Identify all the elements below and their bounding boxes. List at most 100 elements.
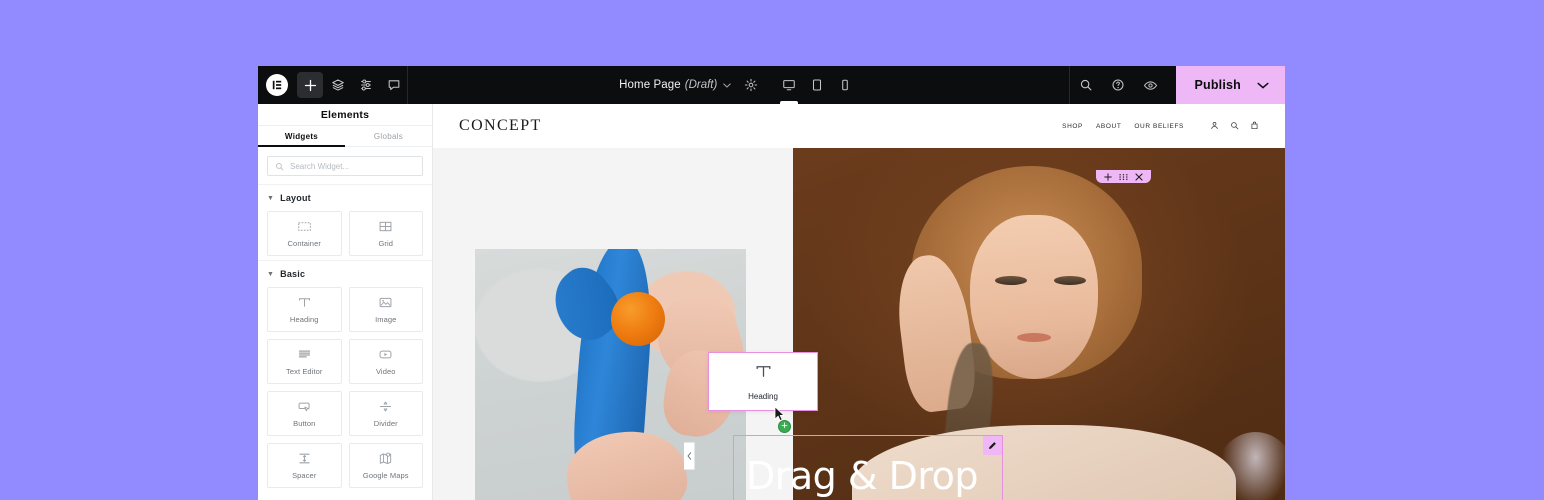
help-button[interactable] xyxy=(1105,72,1131,98)
photo-orange-fruit xyxy=(610,292,665,347)
site-settings-button[interactable] xyxy=(353,72,379,98)
topbar-document-area: Home Page (Draft) xyxy=(408,66,1069,104)
elements-panel: Elements Widgets Globals ▼ Layout xyxy=(258,104,433,500)
widget-divider-label: Divider xyxy=(373,419,398,428)
panel-tabs: Widgets Globals xyxy=(258,126,432,147)
widget-text-editor-label: Text Editor xyxy=(285,367,323,376)
plus-icon xyxy=(1104,172,1112,181)
image-icon xyxy=(378,295,393,310)
section-layout-header[interactable]: ▼ Layout xyxy=(267,193,423,203)
notes-button[interactable] xyxy=(381,72,407,98)
search-widget-box[interactable] xyxy=(267,156,423,176)
add-element-button[interactable] xyxy=(297,72,323,98)
widget-google-maps[interactable]: Google Maps xyxy=(348,443,423,488)
document-settings-button[interactable] xyxy=(744,78,758,92)
publish-button[interactable]: Publish xyxy=(1176,66,1285,104)
device-desktop-button[interactable] xyxy=(776,66,802,104)
collapse-panel-button[interactable] xyxy=(684,442,695,470)
widget-container[interactable]: Container xyxy=(267,211,342,256)
selected-heading-widget[interactable]: Drag & Drop xyxy=(733,435,1003,500)
widget-spacer[interactable]: Spacer xyxy=(267,443,342,488)
nav-link-shop[interactable]: SHOP xyxy=(1062,123,1083,130)
pencil-icon xyxy=(989,442,996,449)
document-status: (Draft) xyxy=(684,79,718,91)
widget-text-editor[interactable]: Text Editor xyxy=(267,339,342,384)
section-basic-title: Basic xyxy=(280,269,306,279)
publish-label: Publish xyxy=(1194,78,1241,92)
monitor-icon xyxy=(783,80,796,91)
widget-divider[interactable]: Divider xyxy=(348,391,423,436)
layout-widget-grid: Container Grid xyxy=(267,211,423,256)
edit-widget-button[interactable] xyxy=(983,436,1002,455)
device-mode-switcher xyxy=(776,66,858,104)
elementor-logo-icon xyxy=(272,80,282,90)
elementor-logo[interactable] xyxy=(266,74,288,96)
section-layout: ▼ Layout Container Grid xyxy=(258,184,432,260)
drag-ghost-label: Heading xyxy=(748,392,778,401)
tab-widgets[interactable]: Widgets xyxy=(258,126,345,147)
panel-title: Elements xyxy=(258,104,432,126)
chevron-down-glyph xyxy=(723,82,732,88)
chevron-down-icon xyxy=(1257,82,1269,89)
bag-icon[interactable] xyxy=(1250,117,1259,135)
grid-icon xyxy=(378,219,393,234)
nav-link-our-beliefs[interactable]: OUR BELIEFS xyxy=(1134,123,1184,130)
widget-grid-label: Grid xyxy=(378,239,394,248)
portrait-face xyxy=(970,215,1099,379)
chevron-down-icon[interactable] xyxy=(723,81,732,90)
drag-container-handle[interactable] xyxy=(1119,173,1128,181)
widget-image-label: Image xyxy=(375,315,397,324)
chevron-down-icon: ▼ xyxy=(267,270,275,278)
chevron-left-icon xyxy=(686,452,691,460)
section-layout-title: Layout xyxy=(280,193,311,203)
publish-options-button[interactable] xyxy=(1241,66,1285,104)
portrait-eye-left xyxy=(994,275,1027,286)
tablet-icon xyxy=(813,79,822,91)
hero-heading-text: Drag & Drop xyxy=(746,454,979,498)
search-icon xyxy=(1081,79,1092,91)
google-maps-icon xyxy=(378,451,393,466)
widget-heading-label: Heading xyxy=(289,315,319,324)
tab-widgets-label: Widgets xyxy=(284,131,319,141)
heading-icon xyxy=(297,295,312,310)
device-mobile-button[interactable] xyxy=(832,66,858,104)
widget-google-maps-label: Google Maps xyxy=(362,471,409,480)
site-logo[interactable]: CONCEPT xyxy=(459,117,542,135)
editor-topbar: Home Page (Draft) Publish xyxy=(258,66,1285,104)
widget-button-label: Button xyxy=(293,419,316,428)
structure-button[interactable] xyxy=(325,72,351,98)
section-basic: ▼ Basic Heading Image Text Editor Video … xyxy=(258,260,432,492)
nav-link-about[interactable]: ABOUT xyxy=(1096,123,1121,130)
sliders-icon xyxy=(361,79,371,91)
delete-container-button[interactable] xyxy=(1135,172,1143,181)
widget-video[interactable]: Video xyxy=(348,339,423,384)
video-icon xyxy=(378,347,393,362)
container-toolbar xyxy=(1096,170,1151,183)
drag-ghost-heading-widget: Heading xyxy=(708,352,818,411)
nav-links: SHOP ABOUT OUR BELIEFS xyxy=(1062,123,1184,130)
basic-widget-grid: Heading Image Text Editor Video Button D… xyxy=(267,287,423,488)
finder-button[interactable] xyxy=(1073,72,1099,98)
mobile-icon xyxy=(842,79,849,91)
widget-button[interactable]: Button xyxy=(267,391,342,436)
close-icon xyxy=(1135,172,1143,181)
preview-button[interactable] xyxy=(1137,72,1163,98)
add-container-button[interactable] xyxy=(1104,172,1112,181)
spacer-icon xyxy=(297,451,312,466)
button-icon xyxy=(297,399,312,414)
widget-heading[interactable]: Heading xyxy=(267,287,342,332)
product-photo-hands-orange xyxy=(475,249,746,500)
question-circle-icon xyxy=(1112,79,1124,91)
grip-dots-icon xyxy=(1119,173,1128,180)
text-editor-icon xyxy=(297,347,312,362)
search-input[interactable] xyxy=(290,161,415,171)
account-icon[interactable] xyxy=(1210,117,1219,135)
device-tablet-button[interactable] xyxy=(804,66,830,104)
plus-icon xyxy=(304,79,316,91)
search-icon[interactable] xyxy=(1230,117,1239,135)
widget-grid[interactable]: Grid xyxy=(348,211,423,256)
document-title[interactable]: Home Page xyxy=(619,79,681,91)
widget-image[interactable]: Image xyxy=(348,287,423,332)
tab-globals[interactable]: Globals xyxy=(345,126,432,146)
section-basic-header[interactable]: ▼ Basic xyxy=(267,269,423,279)
